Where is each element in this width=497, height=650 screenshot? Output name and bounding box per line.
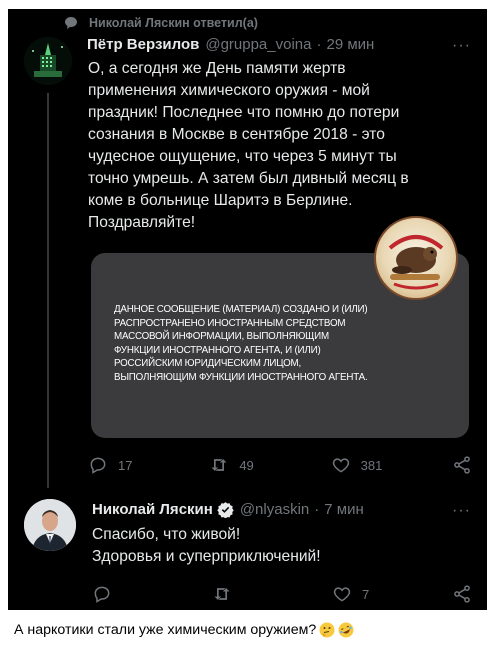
tweet-time[interactable]: 29 мин xyxy=(326,36,374,53)
heart-icon xyxy=(332,458,349,473)
avatar-pyotr[interactable] xyxy=(24,37,72,85)
like-count: 7 xyxy=(362,586,370,602)
replied-by-line: Николай Ляскин ответил(а) xyxy=(63,14,258,32)
tweet1-text: О, а сегодня же День памяти жертв примен… xyxy=(88,60,409,231)
thread-connector xyxy=(47,93,49,488)
caption-text: А наркотики стали уже химическим оружием… xyxy=(14,622,317,638)
author-name[interactable]: Пётр Верзилов xyxy=(87,36,199,53)
share-button[interactable] xyxy=(452,455,472,475)
replied-by-text: Николай Ляскин ответил(а) xyxy=(89,16,258,30)
reply-button[interactable] xyxy=(92,584,152,604)
heart-icon xyxy=(333,587,351,602)
avatar-image xyxy=(24,37,72,85)
reply-count: 17 xyxy=(118,457,133,473)
author-name[interactable]: Николай Ляскин xyxy=(92,501,213,518)
avatar-nikolay[interactable] xyxy=(24,499,76,551)
share-button[interactable] xyxy=(452,584,472,604)
tweet-time[interactable]: 7 мин xyxy=(324,501,364,518)
retweet-icon xyxy=(211,459,227,471)
retweet-button[interactable] xyxy=(212,584,272,604)
more-options-icon[interactable]: ··· xyxy=(452,502,471,520)
tweet1-actions: 17 49 381 xyxy=(88,455,472,475)
verified-badge-icon xyxy=(217,502,234,518)
tweet-screenshot: Николай Ляскин ответил(а) Пётр Верзилов … xyxy=(8,9,487,610)
retweet-button[interactable]: 49 xyxy=(209,455,269,475)
share-icon xyxy=(454,585,470,603)
beaver-sticker-image xyxy=(388,235,444,290)
like-button[interactable]: 7 xyxy=(332,584,392,604)
separator-dot: · xyxy=(314,501,320,518)
author-handle[interactable]: @nlyaskin xyxy=(240,501,309,518)
tweet2-header: Николай Ляскин @nlyaskin · 7 мин xyxy=(92,501,364,518)
reply-icon xyxy=(90,457,106,474)
post-caption: А наркотики стали уже химическим оружием… xyxy=(14,622,354,638)
separator-dot: · xyxy=(316,36,322,53)
retweet-icon xyxy=(65,17,77,29)
author-handle[interactable]: @gruppa_voina xyxy=(205,36,311,53)
tweet2-text: Спасибо, что живой! Здоровья и суперприк… xyxy=(92,526,321,565)
tweet1-header: Пётр Верзилов @gruppa_voina · 29 мин xyxy=(87,36,374,53)
tweet2-actions: 7 xyxy=(92,584,472,604)
foreign-agent-notice: ДАННОЕ СООБЩЕНИЕ (МАТЕРИАЛ) СОЗДАНО И (И… xyxy=(114,304,368,383)
retweet-count: 49 xyxy=(239,457,254,473)
share-icon xyxy=(454,456,470,474)
rofl-face-icon xyxy=(338,622,354,638)
like-button[interactable]: 381 xyxy=(331,455,391,475)
avatar-image xyxy=(24,499,76,551)
more-options-icon[interactable]: ··· xyxy=(452,37,471,55)
reply-button[interactable]: 17 xyxy=(88,455,148,475)
reply-icon xyxy=(94,586,110,603)
like-count: 381 xyxy=(360,457,383,473)
retweet-icon xyxy=(214,588,230,600)
thinking-face-icon xyxy=(319,622,335,638)
sticker-logo xyxy=(374,216,458,300)
